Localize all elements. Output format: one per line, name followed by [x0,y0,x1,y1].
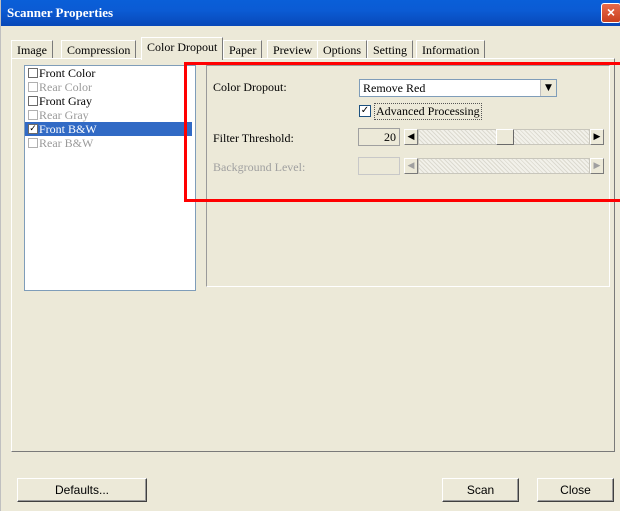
close-button[interactable]: Close [537,478,614,502]
list-item-rear-bw: Rear B&W [25,136,195,150]
checkbox-rear-color [28,82,38,92]
list-item-rear-gray: Rear Gray [25,108,195,122]
defaults-button[interactable]: Defaults... [17,478,147,502]
tab-strip: Image Compression Color Dropout Paper Pr… [11,37,611,60]
list-item-label: Rear Gray [39,108,89,122]
checkbox-front-color[interactable] [28,68,38,78]
tab-paper[interactable]: Paper [223,40,263,59]
checkbox-front-gray[interactable] [28,96,38,106]
window-title: Scanner Properties [7,5,114,20]
list-item-label: Front Color [39,66,96,80]
list-item-label: Rear Color [39,80,92,94]
check-icon: ✓ [29,124,37,134]
list-item-rear-color: Rear Color [25,80,195,94]
tab-setting[interactable]: Setting [367,40,414,59]
title-bar[interactable]: Scanner Properties × [1,0,620,26]
list-item-front-bw[interactable]: ✓ Front B&W [25,122,192,136]
scan-button[interactable]: Scan [442,478,519,502]
list-item-label: Front Gray [39,94,92,108]
checkbox-rear-gray [28,110,38,120]
tab-image[interactable]: Image [11,40,53,59]
highlight-annotation-box [184,62,620,202]
scanner-properties-window: Scanner Properties × Image Compression C… [0,0,620,511]
tab-preview[interactable]: Preview [267,40,319,59]
list-item-front-color[interactable]: Front Color [25,66,195,80]
list-item-front-gray[interactable]: Front Gray [25,94,195,108]
list-item-label: Front B&W [39,122,97,136]
checkbox-front-bw[interactable]: ✓ [28,124,38,134]
tab-compression[interactable]: Compression [61,40,137,59]
close-icon: × [606,4,616,20]
tab-options[interactable]: Options [317,40,368,59]
image-selection-list[interactable]: Front Color Rear Color Front Gray Rear G… [24,65,196,291]
close-window-button[interactable]: × [601,3,620,23]
tab-information[interactable]: Information [416,40,486,59]
list-item-label: Rear B&W [39,136,94,150]
checkbox-rear-bw [28,138,38,148]
tab-color-dropout[interactable]: Color Dropout [141,37,224,60]
